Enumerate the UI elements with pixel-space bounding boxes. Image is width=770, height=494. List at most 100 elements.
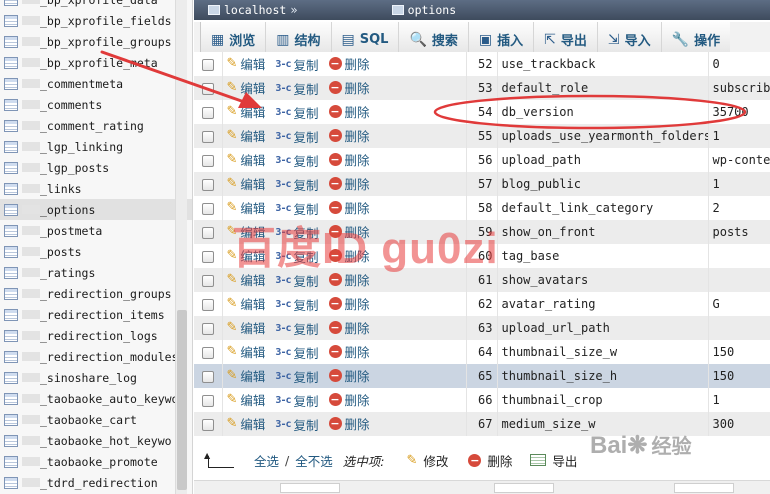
row-copy-button[interactable]: 3-c 复制 — [273, 367, 318, 386]
table-row[interactable]: ✎ 编辑 3-c 复制 − 删除 66 thumbnail_crop 1 — [194, 388, 770, 412]
table-icon[interactable] — [4, 56, 18, 69]
table-icon[interactable] — [4, 98, 18, 111]
table-icon[interactable] — [4, 329, 18, 342]
row-copy-button[interactable]: 3-c 复制 — [273, 247, 318, 266]
table-row[interactable]: ✎ 编辑 3-c 复制 − 删除 54 db_version 35700 — [194, 100, 770, 124]
sidebar-item[interactable]: _taobaoke_hot_keywo — [0, 430, 192, 451]
bulk-export-button[interactable]: 导出 — [530, 451, 577, 470]
row-edit-button[interactable]: ✎ 编辑 — [223, 318, 266, 337]
sidebar-item[interactable]: _links — [0, 178, 192, 199]
sidebar-item[interactable]: _sinoshare_log — [0, 367, 192, 388]
row-copy-button[interactable]: 3-c 复制 — [273, 127, 318, 146]
row-edit-button[interactable]: ✎ 编辑 — [223, 198, 266, 217]
sidebar-item[interactable]: _tdrd_redirection — [0, 472, 192, 493]
breadcrumb-server[interactable]: localhost — [224, 3, 286, 17]
bulk-edit-button[interactable]: ✎ 修改 — [402, 451, 448, 470]
row-copy-button[interactable]: 3-c 复制 — [273, 175, 318, 194]
row-edit-button[interactable]: ✎ 编辑 — [223, 54, 266, 73]
row-copy-button[interactable]: 3-c 复制 — [273, 55, 318, 74]
row-delete-button[interactable]: − 删除 — [327, 126, 370, 145]
row-delete-button[interactable]: − 删除 — [327, 246, 370, 265]
row-delete-button[interactable]: − 删除 — [327, 222, 370, 241]
sidebar-item[interactable]: _posts — [0, 241, 192, 262]
sidebar-item[interactable]: _comment_rating — [0, 115, 192, 136]
table-icon[interactable] — [4, 35, 18, 48]
row-edit-button[interactable]: ✎ 编辑 — [223, 222, 266, 241]
breadcrumb-table[interactable]: options — [408, 3, 456, 17]
sidebar-scrollbar-thumb[interactable] — [177, 310, 187, 490]
row-edit-button[interactable]: ✎ 编辑 — [223, 294, 266, 313]
deselect-all-link[interactable]: 全不选 — [295, 451, 333, 470]
table-icon[interactable] — [4, 0, 18, 6]
sidebar-item[interactable]: _redirection_logs — [0, 325, 192, 346]
table-icon[interactable] — [4, 224, 18, 237]
table-icon[interactable] — [4, 266, 18, 279]
row-copy-button[interactable]: 3-c 复制 — [273, 415, 318, 434]
table-icon[interactable] — [4, 308, 18, 321]
row-checkbox[interactable] — [201, 106, 214, 119]
row-checkbox[interactable] — [201, 274, 214, 287]
table-row[interactable]: ✎ 编辑 3-c 复制 − 删除 65 thumbnail_size_h 150 — [194, 364, 770, 388]
row-copy-button[interactable]: 3-c 复制 — [273, 319, 318, 338]
row-edit-button[interactable]: ✎ 编辑 — [223, 270, 266, 289]
row-delete-button[interactable]: − 删除 — [327, 318, 370, 337]
sidebar-item[interactable]: _taobaoke_promote — [0, 451, 192, 472]
row-checkbox[interactable] — [201, 202, 214, 215]
row-checkbox[interactable] — [201, 394, 214, 407]
table-row[interactable]: ✎ 编辑 3-c 复制 − 删除 55 uploads_use_yearmonth_folde… — [194, 124, 770, 148]
scroll-button[interactable] — [280, 483, 340, 493]
row-copy-button[interactable]: 3-c 复制 — [273, 103, 318, 122]
table-row[interactable]: ✎ 编辑 3-c 复制 − 删除 59 show_on_front posts — [194, 220, 770, 244]
row-edit-button[interactable]: ✎ 编辑 — [223, 390, 266, 409]
table-icon[interactable] — [4, 245, 18, 258]
table-icon[interactable] — [4, 119, 18, 132]
row-copy-button[interactable]: 3-c 复制 — [273, 199, 318, 218]
row-checkbox[interactable] — [201, 250, 214, 263]
sidebar-item[interactable]: _redirection_items — [0, 304, 192, 325]
table-icon[interactable] — [4, 203, 18, 216]
table-icon[interactable] — [4, 413, 18, 426]
table-icon[interactable] — [4, 182, 18, 195]
table-row[interactable]: ✎ 编辑 3-c 复制 − 删除 57 blog_public 1 — [194, 172, 770, 196]
sidebar-item[interactable]: _options — [0, 199, 192, 220]
sidebar-item[interactable]: _postmeta — [0, 220, 192, 241]
row-delete-button[interactable]: − 删除 — [327, 54, 370, 73]
table-row[interactable]: ✎ 编辑 3-c 复制 − 删除 67 medium_size_w 300 — [194, 412, 770, 436]
row-edit-button[interactable]: ✎ 编辑 — [223, 366, 266, 385]
row-delete-button[interactable]: − 删除 — [327, 174, 370, 193]
table-icon[interactable] — [4, 434, 18, 447]
row-checkbox[interactable] — [201, 298, 214, 311]
row-delete-button[interactable]: − 删除 — [327, 414, 370, 433]
row-checkbox[interactable] — [201, 418, 214, 431]
row-delete-button[interactable]: − 删除 — [327, 102, 370, 121]
table-icon[interactable] — [4, 350, 18, 363]
table-icon[interactable] — [4, 161, 18, 174]
sidebar-item[interactable]: _comments — [0, 94, 192, 115]
row-checkbox[interactable] — [201, 346, 214, 359]
table-icon[interactable] — [4, 371, 18, 384]
table-icon[interactable] — [4, 140, 18, 153]
row-copy-button[interactable]: 3-c 复制 — [273, 295, 318, 314]
row-edit-button[interactable]: ✎ 编辑 — [223, 414, 266, 433]
sidebar-item[interactable]: _bp_xprofile_groups — [0, 31, 192, 52]
table-row[interactable]: ✎编辑3-c复制−删除56upload_pathwp-content/u — [194, 148, 770, 172]
row-checkbox[interactable] — [201, 58, 214, 71]
sidebar-item[interactable]: _ratings — [0, 262, 192, 283]
table-icon[interactable] — [4, 476, 18, 489]
row-delete-button[interactable]: − 删除 — [327, 150, 370, 169]
row-delete-button[interactable]: − 删除 — [327, 390, 370, 409]
row-checkbox[interactable] — [201, 154, 214, 167]
sidebar-item[interactable]: _bp_xprofile_fields — [0, 10, 192, 31]
scroll-button[interactable] — [494, 483, 554, 493]
row-delete-button[interactable]: − 删除 — [327, 270, 370, 289]
sidebar-item[interactable]: _lgp_linking — [0, 136, 192, 157]
table-icon[interactable] — [4, 455, 18, 468]
sidebar-item[interactable]: _bp_xprofile_meta — [0, 52, 192, 73]
sidebar-item[interactable]: _redirection_groups — [0, 283, 192, 304]
table-row[interactable]: ✎ 编辑 3-c 复制 − 删除 63 upload_url_path — [194, 316, 770, 340]
row-delete-button[interactable]: − 删除 — [327, 342, 370, 361]
sidebar-item[interactable]: _commentmeta — [0, 73, 192, 94]
row-edit-button[interactable]: ✎ 编辑 — [223, 78, 266, 97]
scroll-button[interactable] — [674, 483, 734, 493]
table-icon[interactable] — [4, 77, 18, 90]
